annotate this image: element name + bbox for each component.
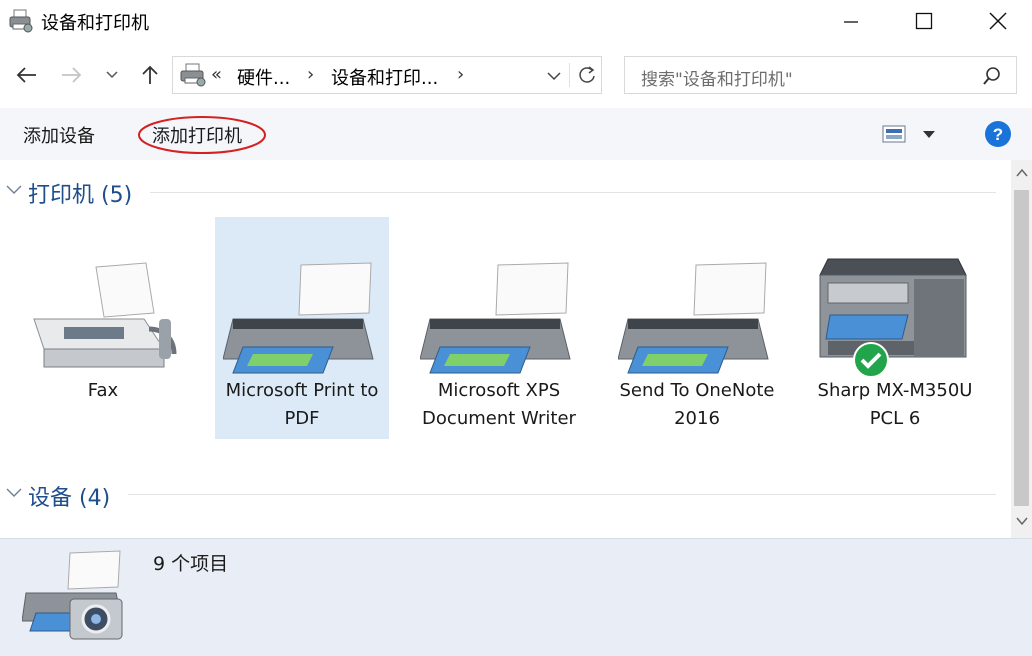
search-input[interactable]: 搜索"设备和打印机" [624, 56, 1017, 94]
device-label: Microsoft XPS Document Writer [422, 380, 576, 429]
fax-icon [33, 262, 177, 368]
item-count: 9 个项目 [153, 553, 229, 575]
device-label: Fax [87, 380, 119, 401]
close-button[interactable] [964, 0, 1032, 42]
device-label: Send To OneNote 2016 [619, 380, 775, 429]
help-icon[interactable]: ? [984, 120, 1012, 148]
device-tile-send-to-onenote[interactable]: Send To OneNote 2016 [610, 217, 784, 439]
svg-text:?: ? [993, 125, 1003, 144]
device-tile-microsoft-xps-document-writer[interactable]: Microsoft XPS Document Writer [412, 217, 586, 439]
chevron-down-icon[interactable] [547, 71, 561, 81]
scroll-up-icon[interactable] [1016, 168, 1028, 178]
group-header-printers[interactable]: 打印机 (5) [28, 177, 132, 209]
search-icon[interactable] [982, 66, 1002, 86]
group-divider [128, 494, 996, 495]
maximize-button[interactable] [890, 0, 958, 42]
group-divider [150, 192, 996, 193]
printer-icon [420, 262, 571, 374]
device-label: Sharp MX-M350U PCL 6 [817, 380, 973, 429]
up-button[interactable] [134, 58, 166, 92]
arrow-left-icon [16, 67, 36, 83]
arrow-right-icon [62, 67, 82, 83]
printer-icon [180, 63, 206, 87]
minimize-icon [844, 21, 858, 23]
default-check-icon [853, 342, 889, 378]
address-bar[interactable]: « 硬件... › 设备和打印... › [172, 56, 602, 94]
printer-icon [223, 262, 374, 374]
printer-icon [9, 9, 33, 33]
device-tile-sharp-mx-m350u[interactable]: Sharp MX-M350U PCL 6 [808, 217, 982, 439]
printer-icon [618, 262, 769, 374]
vertical-scrollbar[interactable] [1011, 160, 1032, 538]
add-device-button[interactable]: 添加设备 [23, 122, 95, 148]
back-button[interactable] [10, 58, 42, 92]
device-tile-fax[interactable]: Fax [16, 217, 190, 439]
maximize-icon [915, 12, 933, 30]
breadcrumb-devices-printers[interactable]: 设备和打印... [331, 64, 438, 90]
chevron-down-icon[interactable] [6, 487, 22, 499]
breadcrumb-hardware[interactable]: 硬件... [237, 64, 290, 90]
details-pane: 9 个项目 [0, 538, 1032, 656]
printer-camera-icon [22, 550, 123, 640]
caret-down-icon[interactable] [922, 130, 936, 140]
group-header-devices[interactable]: 设备 (4) [28, 480, 110, 512]
command-bar: 添加设备 添加打印机 ? [0, 108, 1032, 160]
minimize-button[interactable] [816, 0, 884, 42]
window-title: 设备和打印机 [41, 13, 149, 34]
forward-button[interactable] [56, 58, 88, 92]
refresh-icon[interactable] [578, 65, 596, 85]
search-placeholder: 搜索"设备和打印机" [641, 70, 793, 90]
title-bar: 设备和打印机 [0, 0, 1032, 42]
view-options-icon[interactable] [882, 124, 908, 144]
device-label: Microsoft Print to PDF [225, 380, 379, 429]
chevron-down-icon [106, 71, 118, 79]
breadcrumb-separator[interactable]: › [307, 64, 314, 85]
device-tile-microsoft-print-to-pdf[interactable]: Microsoft Print to PDF [215, 217, 389, 439]
multifunction-printer-icon [819, 258, 967, 358]
close-icon [989, 12, 1007, 30]
scroll-thumb[interactable] [1014, 190, 1029, 506]
breadcrumb-overflow[interactable]: « [211, 64, 222, 85]
divider [569, 63, 570, 87]
chevron-down-icon[interactable] [6, 184, 22, 196]
recent-locations-button[interactable] [98, 58, 126, 92]
breadcrumb-separator[interactable]: › [457, 64, 464, 85]
arrow-up-icon [142, 65, 158, 84]
scroll-down-icon[interactable] [1016, 516, 1028, 526]
annotation-ellipse [138, 116, 266, 154]
